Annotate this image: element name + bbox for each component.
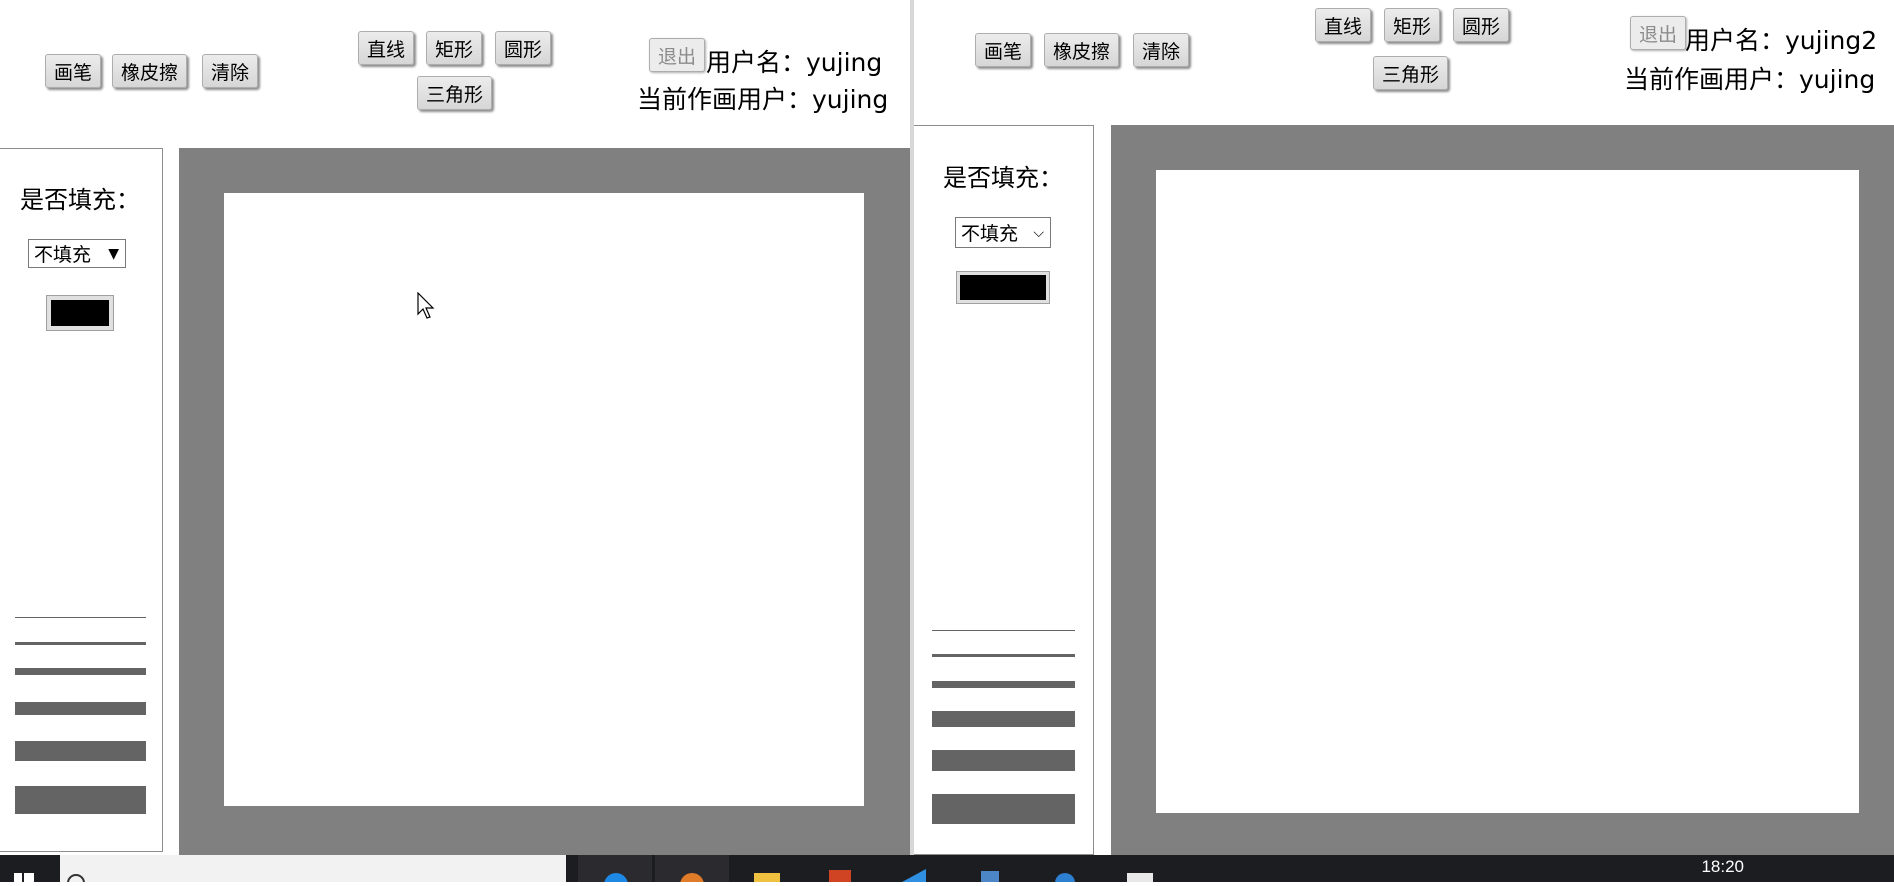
line-width-option-3[interactable] bbox=[932, 681, 1075, 688]
taskbar-app-1[interactable] bbox=[955, 855, 1025, 882]
fill-select[interactable]: 不填充 ▼ bbox=[28, 239, 126, 268]
eraser-button[interactable]: 橡皮擦 bbox=[1044, 33, 1120, 67]
clear-button[interactable]: 清除 bbox=[202, 54, 259, 88]
canvas-frame bbox=[179, 148, 910, 855]
line-width-option-5[interactable] bbox=[15, 741, 146, 761]
rect-button[interactable]: 矩形 bbox=[1384, 8, 1441, 42]
color-swatch bbox=[51, 300, 109, 326]
left-browser-window: 画笔 橡皮擦 清除 直线 矩形 圆形 三角形 退出 用户名：yujing 当前作… bbox=[0, 0, 914, 855]
app-icon bbox=[1055, 873, 1075, 886]
username-label: 用户名：yujing bbox=[706, 48, 883, 77]
drawing-canvas[interactable] bbox=[1156, 170, 1859, 813]
color-swatch bbox=[960, 275, 1046, 300]
file-explorer-icon bbox=[754, 873, 780, 885]
right-browser-window: 画笔 橡皮擦 清除 直线 矩形 圆形 三角形 退出 用户名：yujing2 当前… bbox=[914, 0, 1894, 855]
taskbar-app-edge[interactable] bbox=[578, 855, 652, 886]
username-label: 用户名：yujing2 bbox=[1685, 26, 1878, 55]
current-drawer-label: 当前作画用户：yujing bbox=[637, 85, 889, 114]
taskbar-app-browser[interactable] bbox=[655, 855, 729, 886]
search-box[interactable] bbox=[60, 855, 566, 886]
line-width-option-6[interactable] bbox=[15, 786, 146, 814]
chevron-down-icon: ▼ bbox=[108, 245, 119, 262]
pen-button[interactable]: 画笔 bbox=[45, 54, 102, 88]
circle-button[interactable]: 圆形 bbox=[1453, 8, 1510, 42]
line-button[interactable]: 直线 bbox=[1315, 8, 1372, 42]
circle-button[interactable]: 圆形 bbox=[495, 31, 552, 65]
color-picker[interactable] bbox=[956, 271, 1050, 304]
search-icon bbox=[67, 874, 85, 886]
edge-icon bbox=[604, 873, 628, 886]
fill-label: 是否填充： bbox=[943, 164, 1063, 192]
exit-button[interactable]: 退出 bbox=[649, 38, 706, 72]
line-width-option-1[interactable] bbox=[932, 630, 1075, 631]
fill-select-value: 不填充 bbox=[961, 223, 1019, 245]
app-icon bbox=[981, 871, 999, 882]
taskbar-clock[interactable]: 18:20 bbox=[1701, 857, 1744, 877]
triangle-button[interactable]: 三角形 bbox=[417, 76, 493, 110]
taskbar-app-vscode[interactable] bbox=[880, 855, 950, 882]
pen-button[interactable]: 画笔 bbox=[975, 33, 1032, 67]
fill-select[interactable]: 不填充 ⌵ bbox=[955, 217, 1051, 248]
taskbar-app-office[interactable] bbox=[805, 855, 875, 884]
fill-select-value: 不填充 bbox=[34, 244, 92, 266]
taskbar: 18:20 bbox=[0, 855, 1894, 886]
exit-button[interactable]: 退出 bbox=[1630, 16, 1687, 50]
eraser-button[interactable]: 橡皮擦 bbox=[112, 54, 188, 88]
right-sidebar: 是否填充： 不填充 ⌵ bbox=[914, 125, 1094, 855]
line-width-option-2[interactable] bbox=[15, 642, 146, 645]
app-icon bbox=[1127, 873, 1153, 885]
windows-start-icon[interactable] bbox=[4, 855, 44, 882]
taskbar-app-2[interactable] bbox=[1030, 855, 1100, 886]
current-drawer-label: 当前作画用户：yujing bbox=[1624, 65, 1876, 94]
taskbar-app-explorer[interactable] bbox=[732, 855, 802, 885]
drawing-canvas[interactable] bbox=[224, 193, 864, 806]
vscode-icon bbox=[902, 869, 926, 882]
triangle-button[interactable]: 三角形 bbox=[1373, 56, 1449, 90]
line-width-option-1[interactable] bbox=[15, 617, 146, 618]
fill-label: 是否填充： bbox=[20, 186, 140, 214]
rect-button[interactable]: 矩形 bbox=[426, 31, 483, 65]
browser-icon bbox=[680, 873, 704, 886]
line-width-option-5[interactable] bbox=[932, 750, 1075, 771]
canvas-frame bbox=[1111, 125, 1894, 855]
clear-button[interactable]: 清除 bbox=[1133, 33, 1190, 67]
mouse-cursor-icon bbox=[417, 292, 435, 319]
line-width-option-4[interactable] bbox=[15, 702, 146, 715]
line-width-option-3[interactable] bbox=[15, 668, 146, 675]
office-icon bbox=[829, 870, 851, 884]
line-button[interactable]: 直线 bbox=[358, 31, 415, 65]
taskbar-app-3[interactable] bbox=[1105, 855, 1175, 885]
color-picker[interactable] bbox=[46, 295, 114, 331]
line-width-option-4[interactable] bbox=[932, 711, 1075, 727]
chevron-down-icon: ⌵ bbox=[1033, 224, 1044, 241]
line-width-option-6[interactable] bbox=[932, 794, 1075, 824]
line-width-option-2[interactable] bbox=[932, 654, 1075, 657]
left-sidebar: 是否填充： 不填充 ▼ bbox=[0, 148, 163, 852]
